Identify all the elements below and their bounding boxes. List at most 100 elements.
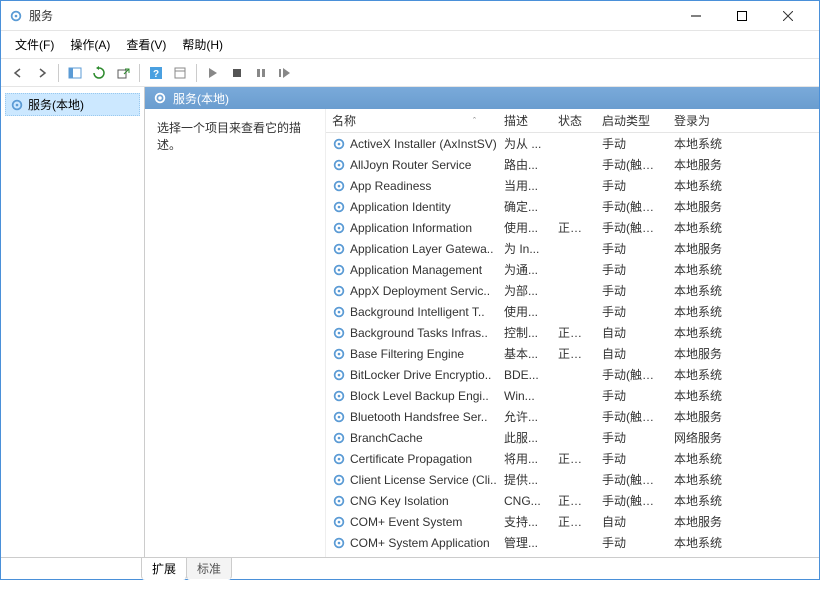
tab-extended[interactable]: 扩展: [141, 558, 187, 580]
service-row[interactable]: ActiveX Installer (AxInstSV)为从 ...手动本地系统: [326, 133, 819, 154]
service-row[interactable]: CNG Key IsolationCNG...正在...手动(触发...本地系统: [326, 490, 819, 511]
cell-name: BitLocker Drive Encryptio..: [326, 364, 498, 386]
toolbar-separator: [58, 64, 59, 82]
gear-icon: [332, 473, 346, 487]
minimize-button[interactable]: [673, 1, 719, 31]
nav-tree[interactable]: 服务(本地): [1, 87, 145, 557]
pause-service-button[interactable]: [250, 62, 272, 84]
gear-icon: [332, 431, 346, 445]
close-button[interactable]: [765, 1, 811, 31]
cell-status: [552, 245, 596, 253]
service-row[interactable]: App Readiness当用...手动本地系统: [326, 175, 819, 196]
service-name-label: COM+ Event System: [350, 515, 462, 529]
gear-icon: [153, 91, 167, 105]
service-name-label: Certificate Propagation: [350, 452, 472, 466]
export-button[interactable]: [112, 62, 134, 84]
service-name-label: CNG Key Isolation: [350, 494, 449, 508]
cell-name: ActiveX Installer (AxInstSV): [326, 133, 498, 155]
service-name-label: Application Information: [350, 221, 472, 235]
restart-service-button[interactable]: [274, 62, 296, 84]
cell-status: 正在...: [552, 509, 596, 534]
service-row[interactable]: BitLocker Drive Encryptio..BDE...手动(触发..…: [326, 364, 819, 385]
column-logon[interactable]: 登录为: [668, 109, 732, 133]
gear-icon: [10, 98, 24, 112]
split-view: 选择一个项目来查看它的描述。 名称ˆ 描述 状态 启动类型 登录为 Active…: [145, 109, 819, 557]
toolbar: ?: [1, 59, 819, 87]
cell-name: Application Management: [326, 259, 498, 281]
cell-status: [552, 413, 596, 421]
service-name-label: AllJoyn Router Service: [350, 158, 471, 172]
content-header-title: 服务(本地): [173, 90, 229, 107]
cell-name: Application Identity: [326, 196, 498, 218]
service-list[interactable]: 名称ˆ 描述 状态 启动类型 登录为 ActiveX Installer (Ax…: [325, 109, 819, 557]
service-row[interactable]: Base Filtering Engine基本...正在...自动本地服务: [326, 343, 819, 364]
service-row[interactable]: AppX Deployment Servic..为部...手动本地系统: [326, 280, 819, 301]
cell-name: COM+ System Application: [326, 532, 498, 554]
back-button[interactable]: [7, 62, 29, 84]
column-startup[interactable]: 启动类型: [596, 109, 668, 133]
menu-file[interactable]: 文件(F): [7, 33, 62, 56]
gear-icon: [332, 494, 346, 508]
cell-status: [552, 161, 596, 169]
cell-name: Background Tasks Infras..: [326, 322, 498, 344]
gear-icon: [332, 158, 346, 172]
service-row[interactable]: Background Intelligent T..使用...手动本地系统: [326, 301, 819, 322]
cell-status: [552, 476, 596, 484]
service-row[interactable]: COM+ System Application管理...手动本地系统: [326, 532, 819, 553]
service-name-label: Application Layer Gatewa..: [350, 242, 493, 256]
cell-name: AppX Deployment Servic..: [326, 280, 498, 302]
service-name-label: Client License Service (Cli..: [350, 473, 497, 487]
help-button[interactable]: ?: [145, 62, 167, 84]
cell-name: Bluetooth Handsfree Ser..: [326, 406, 498, 428]
service-name-label: ActiveX Installer (AxInstSV): [350, 137, 497, 151]
service-row[interactable]: Background Tasks Infras..控制...正在...自动本地系…: [326, 322, 819, 343]
service-row[interactable]: Block Level Backup Engi..Win...手动本地系统: [326, 385, 819, 406]
description-pane: 选择一个项目来查看它的描述。: [145, 109, 325, 557]
menu-action[interactable]: 操作(A): [62, 33, 118, 56]
service-row[interactable]: Client License Service (Cli..提供...手动(触发.…: [326, 469, 819, 490]
titlebar[interactable]: 服务: [1, 1, 819, 31]
tab-standard[interactable]: 标准: [186, 558, 232, 580]
nav-root-item[interactable]: 服务(本地): [5, 93, 140, 116]
show-hide-tree-button[interactable]: [64, 62, 86, 84]
maximize-button[interactable]: [719, 1, 765, 31]
refresh-button[interactable]: [88, 62, 110, 84]
service-name-label: Application Management: [350, 263, 482, 277]
cell-name: BranchCache: [326, 427, 498, 449]
description-prompt: 选择一个项目来查看它的描述。: [157, 119, 313, 153]
cell-name: Application Layer Gatewa..: [326, 238, 498, 260]
cell-name: Block Level Backup Engi..: [326, 385, 498, 407]
gear-icon: [332, 410, 346, 424]
column-desc[interactable]: 描述: [498, 109, 552, 133]
menu-help[interactable]: 帮助(H): [174, 33, 231, 56]
properties-button[interactable]: [169, 62, 191, 84]
column-status[interactable]: 状态: [552, 109, 596, 133]
cell-status: [552, 182, 596, 190]
service-row[interactable]: Application Information使用...正在...手动(触发..…: [326, 217, 819, 238]
cell-name: App Readiness: [326, 175, 498, 197]
service-row[interactable]: Application Layer Gatewa..为 In...手动本地服务: [326, 238, 819, 259]
column-name[interactable]: 名称ˆ: [326, 109, 498, 133]
toolbar-separator: [196, 64, 197, 82]
cell-startup: 手动: [596, 530, 668, 555]
service-row[interactable]: Certificate Propagation将用...正在...手动本地系统: [326, 448, 819, 469]
cell-status: [552, 287, 596, 295]
service-row[interactable]: AllJoyn Router Service路由...手动(触发...本地服务: [326, 154, 819, 175]
service-row[interactable]: COM+ Event System支持...正在...自动本地服务: [326, 511, 819, 532]
service-row[interactable]: BranchCache此服...手动网络服务: [326, 427, 819, 448]
start-service-button[interactable]: [202, 62, 224, 84]
service-name-label: App Readiness: [350, 179, 431, 193]
forward-button[interactable]: [31, 62, 53, 84]
menu-view[interactable]: 查看(V): [118, 33, 174, 56]
service-row[interactable]: Application Identity确定...手动(触发...本地服务: [326, 196, 819, 217]
cell-desc: 提供...: [498, 467, 552, 492]
gear-icon: [332, 242, 346, 256]
service-name-label: BranchCache: [350, 431, 423, 445]
service-row[interactable]: Bluetooth Handsfree Ser..允许...手动(触发...本地…: [326, 406, 819, 427]
gear-icon: [332, 263, 346, 277]
services-window: 服务 文件(F) 操作(A) 查看(V) 帮助(H) ? 服务(本地: [0, 0, 820, 580]
cell-status: [552, 371, 596, 379]
service-row[interactable]: Application Management为通...手动本地系统: [326, 259, 819, 280]
content-pane: 服务(本地) 选择一个项目来查看它的描述。 名称ˆ 描述 状态 启动类型 登录为…: [145, 87, 819, 557]
stop-service-button[interactable]: [226, 62, 248, 84]
